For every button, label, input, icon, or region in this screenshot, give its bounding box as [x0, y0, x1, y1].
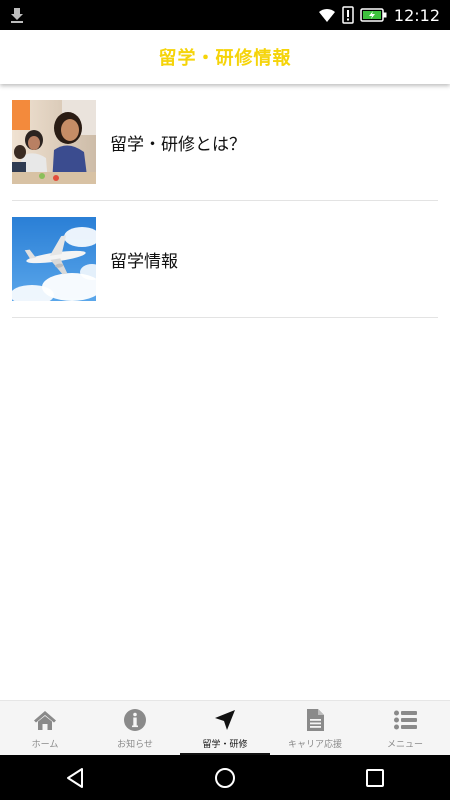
list-item-label: 留学・研修とは？: [110, 134, 246, 155]
back-button[interactable]: [55, 758, 95, 798]
battery-charging-icon: [360, 8, 387, 22]
back-triangle-icon: [67, 767, 83, 788]
home-icon: [34, 710, 56, 730]
nav-item-label: キャリア応援: [287, 739, 342, 750]
status-time: 12:12: [393, 5, 440, 25]
wifi-icon: [318, 8, 335, 22]
download-icon: [11, 8, 23, 23]
status-icons: 12:12: [318, 0, 440, 30]
content-list: 留学・研修とは？ 留学情報: [12, 84, 438, 318]
home-circle-icon: [215, 767, 235, 788]
students-photo-icon: [12, 100, 96, 184]
nav-item-home[interactable]: ホーム: [0, 701, 90, 756]
students-thumbnail: [12, 100, 96, 184]
page-title: 留学・研修情報: [158, 48, 292, 69]
location-arrow-icon: [215, 709, 235, 730]
alert-icon: [342, 6, 354, 24]
nav-item-label: ホーム: [31, 739, 59, 750]
nav-item-menu[interactable]: メニュー: [360, 701, 450, 756]
nav-item-label: メニュー: [386, 739, 423, 750]
list-item-about-study-abroad[interactable]: 留学・研修とは？: [12, 84, 438, 201]
document-icon: [307, 708, 324, 731]
nav-item-news[interactable]: お知らせ: [90, 701, 180, 756]
nav-item-career-support[interactable]: キャリア応援: [270, 701, 360, 756]
recents-button[interactable]: [355, 758, 395, 798]
list-item-study-abroad-info[interactable]: 留学情報: [12, 201, 438, 318]
app-header: 留学・研修情報: [0, 30, 450, 84]
home-button[interactable]: [205, 758, 245, 798]
airplane-thumbnail: [12, 217, 96, 301]
system-navigation-bar: [0, 755, 450, 800]
nav-item-label: 留学・研修: [202, 739, 248, 750]
info-icon: [124, 708, 146, 731]
nav-item-label: お知らせ: [117, 739, 153, 750]
status-bar: 12:12: [0, 0, 450, 30]
list-menu-icon: [394, 710, 417, 729]
nav-item-study-abroad[interactable]: 留学・研修: [180, 701, 270, 756]
bottom-navigation: ホーム お知らせ 留学・研修 キャリア応援 メニュー: [0, 700, 450, 756]
list-item-label: 留学情報: [110, 251, 178, 272]
airplane-photo-icon: [12, 217, 96, 301]
recents-square-icon: [366, 768, 384, 787]
